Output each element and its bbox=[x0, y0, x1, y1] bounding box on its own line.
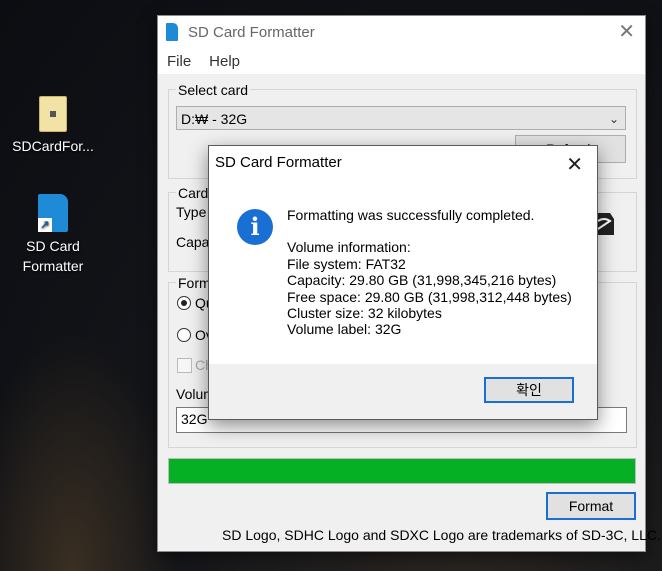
desktop-icon-sd-card-formatter[interactable]: ↗ SD Card Formatter bbox=[8, 194, 98, 276]
free-space-line: Free space: 29.80 GB (31,998,312,448 byt… bbox=[287, 288, 572, 305]
volume-info-heading: Volume information: bbox=[287, 239, 411, 256]
overwrite-format-radio[interactable] bbox=[177, 328, 191, 342]
info-icon: i bbox=[237, 209, 273, 245]
ok-button[interactable]: 확인 bbox=[484, 377, 574, 403]
dialog-message: Formatting was successfully completed. V… bbox=[287, 207, 572, 338]
format-button[interactable]: Format bbox=[546, 492, 636, 520]
menu-bar: File Help bbox=[158, 48, 645, 74]
dialog-close-button[interactable]: ✕ bbox=[566, 152, 583, 177]
window-close-button[interactable]: ✕ bbox=[618, 22, 635, 42]
desktop-icon-label-line2: Formatter bbox=[22, 258, 84, 274]
card-info-label: Card bbox=[176, 185, 211, 201]
capacity-line: Capacity: 29.80 GB (31,998,345,216 bytes… bbox=[287, 272, 557, 289]
window-titlebar[interactable]: SD Card Formatter ✕ bbox=[158, 16, 645, 48]
shortcut-arrow-icon: ↗ bbox=[38, 218, 52, 232]
format-complete-dialog: SD Card Formatter ✕ i Formatting was suc… bbox=[208, 145, 598, 420]
format-progress-bar bbox=[168, 458, 636, 484]
desktop-icon-label: SDCardFor... bbox=[12, 138, 94, 154]
volume-label-line: Volume label: 32G bbox=[287, 321, 402, 338]
sd-card-shortcut-icon: ↗ bbox=[38, 194, 68, 232]
quick-format-radio[interactable] bbox=[177, 296, 191, 310]
file-system-line: File system: FAT32 bbox=[287, 255, 406, 272]
dialog-body: i Formatting was successfully completed.… bbox=[209, 180, 597, 364]
desktop-icon-label-line1: SD Card bbox=[26, 238, 80, 254]
select-card-label: Select card bbox=[176, 82, 251, 98]
desktop-icon-sdcardformatter-zip[interactable]: SDCardFor... bbox=[8, 96, 98, 156]
chs-format-checkbox[interactable] bbox=[177, 358, 192, 373]
card-select-dropdown[interactable]: D:₩ - 32G ⌄ bbox=[176, 106, 626, 130]
dialog-title: SD Card Formatter bbox=[215, 154, 342, 171]
zip-file-icon bbox=[39, 96, 67, 132]
cluster-size-line: Cluster size: 32 kilobytes bbox=[287, 305, 442, 322]
sd-card-app-icon bbox=[166, 23, 178, 41]
trademark-footer: SD Logo, SDHC Logo and SDXC Logo are tra… bbox=[222, 527, 661, 543]
menu-help[interactable]: Help bbox=[200, 53, 249, 70]
card-type-label: Type bbox=[176, 204, 207, 220]
desktop-background bbox=[0, 330, 180, 571]
chevron-down-icon: ⌄ bbox=[608, 112, 619, 126]
format-progress-fill bbox=[169, 459, 635, 483]
menu-file[interactable]: File bbox=[158, 53, 200, 70]
dialog-message-text: Formatting was successfully completed. bbox=[287, 207, 535, 223]
window-title: SD Card Formatter bbox=[188, 23, 315, 41]
dialog-titlebar[interactable]: SD Card Formatter ✕ bbox=[209, 146, 597, 180]
card-select-value: D:₩ - 32G bbox=[181, 111, 248, 127]
